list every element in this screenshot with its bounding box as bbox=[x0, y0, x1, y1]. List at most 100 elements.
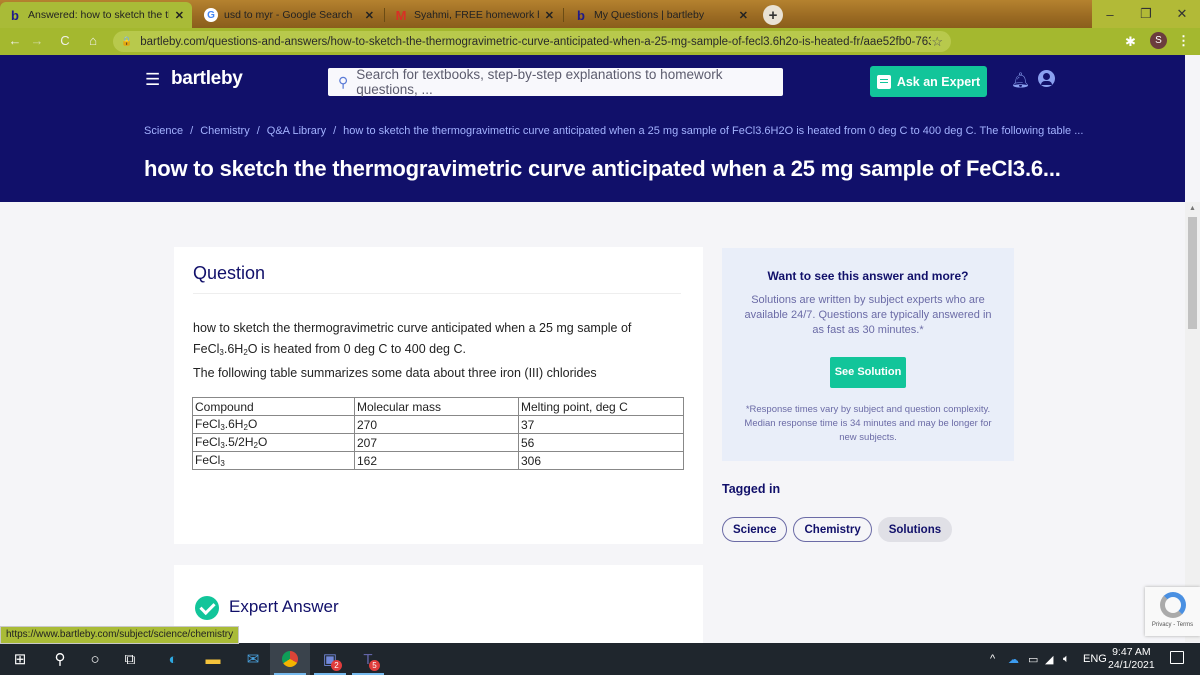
browser-menu-icon[interactable]: ⋮ bbox=[1177, 33, 1190, 49]
mail-icon[interactable]: ✉ bbox=[233, 643, 273, 675]
search-icon[interactable]: ⚲ bbox=[40, 643, 80, 675]
close-tab-icon[interactable]: ✕ bbox=[545, 9, 554, 22]
profile-avatar[interactable]: S bbox=[1150, 32, 1167, 49]
question-text-part: O is heated from 0 deg C to 400 deg C. bbox=[247, 342, 466, 356]
melting-point-cell: 37 bbox=[518, 415, 684, 434]
discord-taskbar-icon[interactable]: ▣ 2 bbox=[310, 643, 350, 675]
chrome-taskbar-icon[interactable] bbox=[270, 643, 310, 675]
table-row: FeCl3.6H2O 270 37 bbox=[192, 415, 684, 434]
question-text: how to sketch the thermogravimetric curv… bbox=[193, 318, 688, 363]
promo-heading: Want to see this answer and more? bbox=[767, 269, 969, 283]
tab-separator bbox=[384, 8, 385, 22]
tag-solutions[interactable]: Solutions bbox=[877, 517, 953, 542]
ask-an-expert-button[interactable]: Ask an Expert bbox=[870, 66, 987, 97]
task-view-icon[interactable]: ⧉ bbox=[110, 643, 150, 675]
table-row: FeCl3 162 306 bbox=[192, 451, 684, 470]
tagged-in-heading: Tagged in bbox=[722, 482, 781, 496]
tab-gmail[interactable]: M Syahmi, FREE homework help is w ✕ bbox=[386, 2, 562, 28]
search-input[interactable]: ⚲ Search for textbooks, step-by-step exp… bbox=[328, 67, 783, 97]
expert-answer-heading: Expert Answer bbox=[229, 597, 339, 616]
forward-button[interactable]: → bbox=[27, 33, 47, 48]
address-bar[interactable]: 🔒 bartleby.com/questions-and-answers/how… bbox=[113, 31, 951, 52]
breadcrumb-chemistry[interactable]: Chemistry bbox=[200, 125, 250, 137]
header-cell: Compound bbox=[192, 397, 355, 416]
search-icon: ⚲ bbox=[338, 73, 349, 90]
file-explorer-icon[interactable]: ▬ bbox=[193, 643, 233, 675]
notification-badge: 5 bbox=[369, 660, 380, 671]
divider bbox=[193, 293, 681, 294]
melting-point-cell: 56 bbox=[518, 433, 684, 452]
teams-taskbar-icon[interactable]: T5 bbox=[348, 643, 388, 675]
action-center-icon[interactable] bbox=[1170, 651, 1184, 664]
reload-button[interactable]: C bbox=[55, 33, 75, 48]
maximize-button[interactable]: ❐ bbox=[1128, 0, 1164, 28]
recaptcha-privacy-terms[interactable]: Privacy - Terms bbox=[1145, 622, 1200, 628]
wifi-icon[interactable]: ◢ bbox=[1045, 643, 1053, 675]
breadcrumb-current[interactable]: how to sketch the thermogravimetric curv… bbox=[343, 125, 1083, 137]
page-title: how to sketch the thermogravimetric curv… bbox=[144, 156, 1061, 181]
close-window-button[interactable]: ✕ bbox=[1164, 0, 1200, 28]
tab-separator bbox=[563, 8, 564, 22]
ask-an-expert-label: Ask an Expert bbox=[896, 74, 981, 89]
breadcrumb-separator: / bbox=[333, 125, 337, 137]
melting-point-cell: 306 bbox=[518, 451, 684, 470]
windows-start-icon[interactable]: ⊞ bbox=[0, 643, 40, 675]
cortana-icon[interactable]: ○ bbox=[75, 643, 115, 675]
notification-bell-icon[interactable]: 🔔︎ bbox=[1011, 71, 1030, 89]
page-scrollbar[interactable]: ▲ bbox=[1185, 202, 1200, 642]
tab-my-questions[interactable]: b My Questions | bartleby ✕ bbox=[566, 2, 756, 28]
link-status-bar: https://www.bartleby.com/subject/science… bbox=[0, 626, 240, 644]
table-header-row: Compound Molecular mass Melting point, d… bbox=[192, 397, 684, 416]
volume-icon[interactable]: 🔈︎ bbox=[1063, 643, 1070, 675]
minimize-button[interactable]: – bbox=[1092, 0, 1128, 28]
browser-toolbar: ← → C ⌂ 🔒 bartleby.com/questions-and-ans… bbox=[0, 28, 1200, 55]
language-indicator[interactable]: ENG bbox=[1083, 643, 1107, 675]
see-solution-button[interactable]: See Solution bbox=[830, 357, 906, 388]
question-text-part: .6H bbox=[223, 342, 244, 356]
close-tab-icon[interactable]: ✕ bbox=[739, 9, 748, 22]
tab-google-search[interactable]: G usd to myr - Google Search ✕ bbox=[196, 2, 382, 28]
show-hidden-icons[interactable]: ^ bbox=[990, 643, 995, 675]
recaptcha-badge[interactable]: Privacy - Terms bbox=[1145, 587, 1200, 636]
chrome-icon bbox=[282, 651, 298, 667]
windows-taskbar: ⊞ ⚲ ○ ⧉ ◐ ▬ ✉ ▣ 2 T5 ^ ☁ ▭ ◢ 🔈︎ ENG 9:47 … bbox=[0, 643, 1200, 675]
edge-browser-icon[interactable]: ◐ bbox=[153, 643, 193, 675]
scroll-up-arrow-icon[interactable]: ▲ bbox=[1189, 205, 1196, 212]
scroll-thumb[interactable] bbox=[1188, 217, 1197, 329]
bartleby-logo[interactable]: bartleby bbox=[171, 68, 243, 90]
notification-badge: 2 bbox=[331, 660, 342, 671]
tab-answered[interactable]: b Answered: how to sketch the the ✕ bbox=[0, 2, 192, 28]
home-button[interactable]: ⌂ bbox=[83, 33, 103, 48]
hamburger-menu-icon[interactable]: ☰ bbox=[145, 70, 160, 90]
bookmark-star-icon[interactable]: ☆ bbox=[931, 34, 943, 50]
bartleby-favicon-icon: b bbox=[11, 7, 19, 23]
tag-list: Science Chemistry Solutions bbox=[722, 517, 953, 542]
tag-science[interactable]: Science bbox=[722, 517, 788, 542]
tag-chemistry[interactable]: Chemistry bbox=[793, 517, 872, 542]
close-tab-icon[interactable]: ✕ bbox=[175, 9, 184, 22]
expert-answer-card: Expert Answer bbox=[174, 565, 703, 653]
user-account-icon[interactable] bbox=[1038, 70, 1055, 87]
table-row: FeCl3.5/2H2O 207 56 bbox=[192, 433, 684, 452]
clock-time: 9:47 AM bbox=[1112, 646, 1151, 658]
breadcrumb-separator: / bbox=[256, 125, 260, 137]
new-tab-button[interactable]: + bbox=[763, 5, 783, 25]
onedrive-icon[interactable]: ☁ bbox=[1008, 643, 1019, 675]
breadcrumb-science[interactable]: Science bbox=[144, 125, 183, 137]
extensions-puzzle-icon[interactable]: ✱ bbox=[1125, 34, 1136, 50]
question-heading: Question bbox=[193, 263, 266, 283]
battery-icon[interactable]: ▭ bbox=[1028, 643, 1038, 675]
chat-icon bbox=[876, 74, 891, 89]
mass-cell: 162 bbox=[354, 451, 519, 470]
compound-cell: FeCl3.5/2H2O bbox=[192, 433, 355, 452]
iron-chlorides-table: Compound Molecular mass Melting point, d… bbox=[192, 397, 684, 470]
question-table-intro: The following table summarizes some data… bbox=[193, 366, 597, 380]
mass-cell: 270 bbox=[354, 415, 519, 434]
breadcrumb-qa-library[interactable]: Q&A Library bbox=[267, 125, 326, 137]
system-clock[interactable]: 9:47 AM 24/1/2021 bbox=[1108, 646, 1155, 672]
compound-cell: FeCl3 bbox=[192, 451, 355, 470]
bartleby-favicon-icon: b bbox=[577, 7, 585, 23]
back-button[interactable]: ← bbox=[5, 33, 25, 48]
close-tab-icon[interactable]: ✕ bbox=[365, 9, 374, 22]
promo-fine-print: *Response times vary by subject and ques… bbox=[744, 404, 992, 443]
